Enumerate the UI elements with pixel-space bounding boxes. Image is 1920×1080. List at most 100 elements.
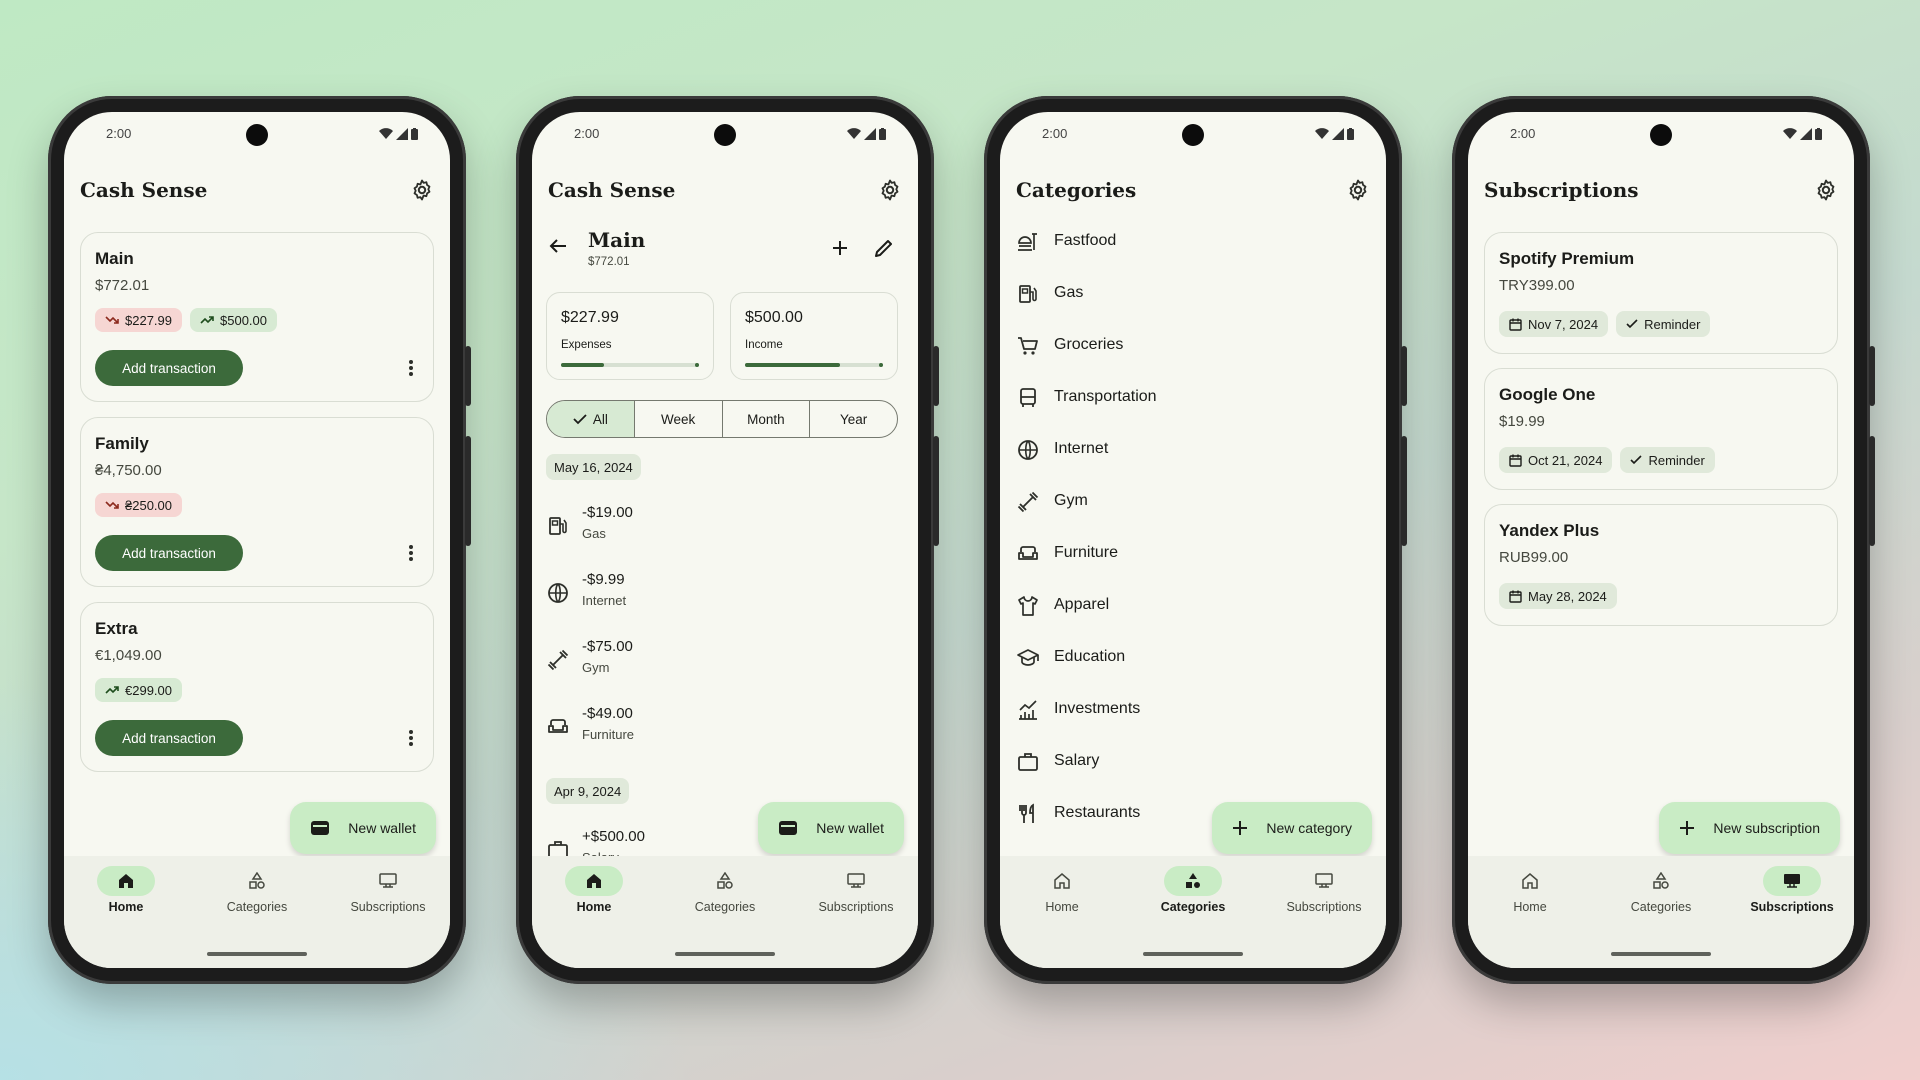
date-chip: Oct 21, 2024 (1499, 447, 1613, 473)
nav-categories[interactable]: Categories (665, 866, 785, 914)
home-icon (119, 874, 133, 888)
trending-down-icon (105, 501, 119, 509)
income-card: $500.00 Income (730, 292, 898, 380)
subscription-card[interactable]: Yandex Plus RUB99.00 May 28, 2024 (1484, 504, 1838, 626)
add-transaction-button[interactable]: Add transaction (95, 535, 243, 571)
wallet-card-extra[interactable]: Extra €1,049.00 €299.00 Add transaction (80, 602, 434, 772)
filter-month[interactable]: Month (721, 401, 810, 437)
category-row[interactable]: Salary (1016, 742, 1370, 782)
nav-subscriptions[interactable]: Subscriptions (1264, 866, 1384, 914)
add-icon (1680, 821, 1695, 835)
new-category-fab[interactable]: New category (1212, 802, 1372, 854)
transaction-row[interactable]: -$9.99 Internet (546, 567, 904, 619)
camera-cutout (1182, 124, 1204, 146)
transaction-category: Furniture (582, 727, 635, 742)
new-subscription-fab[interactable]: New subscription (1659, 802, 1840, 854)
page-title: Subscriptions (1484, 178, 1639, 202)
nav-subscriptions[interactable]: Subscriptions (796, 866, 916, 914)
add-transaction-button[interactable]: Add transaction (95, 350, 243, 386)
settings-gear-icon[interactable] (878, 178, 902, 202)
subscription-card[interactable]: Spotify Premium TRY399.00 Nov 7, 2024 Re… (1484, 232, 1838, 354)
globe-icon (1018, 440, 1038, 460)
sofa-icon (548, 719, 568, 733)
calendar-icon (1509, 454, 1522, 467)
sofa-icon (1018, 546, 1038, 560)
nav-categories[interactable]: Categories (197, 866, 317, 914)
category-row[interactable]: Transportation (1016, 378, 1370, 418)
dumbbell-icon (547, 649, 569, 671)
reminder-chip: Reminder (1620, 447, 1715, 473)
category-row[interactable]: Investments (1016, 690, 1370, 730)
transaction-amount: -$19.00 (582, 504, 633, 521)
nav-home[interactable]: Home (1002, 866, 1122, 914)
category-row[interactable]: Groceries (1016, 326, 1370, 366)
nav-home[interactable]: Home (1470, 866, 1590, 914)
fab-label: New subscription (1713, 820, 1820, 836)
nav-home[interactable]: Home (534, 866, 654, 914)
settings-gear-icon[interactable] (1814, 178, 1838, 202)
transaction-row[interactable]: -$49.00 Furniture (546, 701, 904, 753)
category-label: Apparel (1054, 596, 1110, 613)
transaction-amount: +$500.00 (582, 828, 645, 845)
category-row[interactable]: Furniture (1016, 534, 1370, 574)
new-wallet-fab[interactable]: New wallet (758, 802, 904, 854)
more-vert-icon[interactable] (409, 730, 413, 746)
camera-cutout (714, 124, 736, 146)
add-icon (1233, 821, 1248, 835)
more-vert-icon[interactable] (409, 360, 413, 376)
more-vert-icon[interactable] (409, 545, 413, 561)
back-arrow-icon[interactable] (546, 234, 570, 258)
category-label: Furniture (1054, 544, 1119, 561)
income-chip: €299.00 (95, 678, 182, 702)
settings-gear-icon[interactable] (410, 178, 434, 202)
transaction-row[interactable]: -$19.00 Gas (546, 500, 904, 552)
status-bar: 2:00 (64, 124, 450, 150)
wallet-card-main[interactable]: Main $772.01 $227.99 $500.00 Add transac… (80, 232, 434, 402)
status-time: 2:00 (106, 126, 132, 141)
new-wallet-fab[interactable]: New wallet (290, 802, 436, 854)
settings-gear-icon[interactable] (1346, 178, 1370, 202)
app-title: Cash Sense (548, 178, 676, 202)
nav-categories[interactable]: Categories (1133, 866, 1253, 914)
subscription-price: RUB99.00 (1499, 549, 1569, 566)
briefcase-icon (1018, 753, 1038, 771)
subscription-card[interactable]: Google One $19.99 Oct 21, 2024 Reminder (1484, 368, 1838, 490)
transaction-category: Internet (582, 593, 627, 608)
nav-categories[interactable]: Categories (1601, 866, 1721, 914)
wallet-card-family[interactable]: Family ₴4,750.00 ₴250.00 Add transaction (80, 417, 434, 587)
gas-icon (1019, 285, 1037, 303)
nav-home[interactable]: Home (66, 866, 186, 914)
investment-chart-icon (1019, 700, 1037, 720)
category-row[interactable]: Internet (1016, 430, 1370, 470)
wifi-icon (1783, 128, 1797, 139)
expense-chip: ₴250.00 (95, 493, 182, 517)
status-time: 2:00 (1042, 126, 1068, 141)
category-label: Gym (1054, 492, 1088, 509)
wallet-name: Main (95, 249, 134, 268)
category-label: Groceries (1054, 336, 1124, 353)
transaction-row[interactable]: -$75.00 Gym (546, 634, 904, 686)
add-icon[interactable] (828, 236, 852, 260)
gesture-bar (675, 952, 775, 956)
category-row[interactable]: Apparel (1016, 586, 1370, 626)
transaction-category: Gym (582, 660, 610, 675)
add-transaction-button[interactable]: Add transaction (95, 720, 243, 756)
nav-label: Categories (1630, 900, 1692, 914)
nav-subscriptions[interactable]: Subscriptions (328, 866, 448, 914)
income-chip: $500.00 (190, 308, 277, 332)
filter-year[interactable]: Year (809, 401, 897, 437)
camera-cutout (1650, 124, 1672, 146)
nav-label: Subscriptions (1750, 900, 1834, 914)
date-chip: Nov 7, 2024 (1499, 311, 1609, 337)
filter-all[interactable]: All (547, 401, 634, 437)
category-label: Education (1054, 648, 1126, 665)
filter-week[interactable]: Week (633, 401, 722, 437)
category-row[interactable]: Gym (1016, 482, 1370, 522)
category-row[interactable]: Gas (1016, 274, 1370, 314)
page-title: Categories (1016, 178, 1137, 202)
category-row[interactable]: Education (1016, 638, 1370, 678)
nav-subscriptions[interactable]: Subscriptions (1732, 866, 1852, 914)
category-row[interactable]: Fastfood (1016, 222, 1370, 262)
edit-pencil-icon[interactable] (872, 236, 896, 260)
nav-label: Subscriptions (350, 900, 426, 914)
